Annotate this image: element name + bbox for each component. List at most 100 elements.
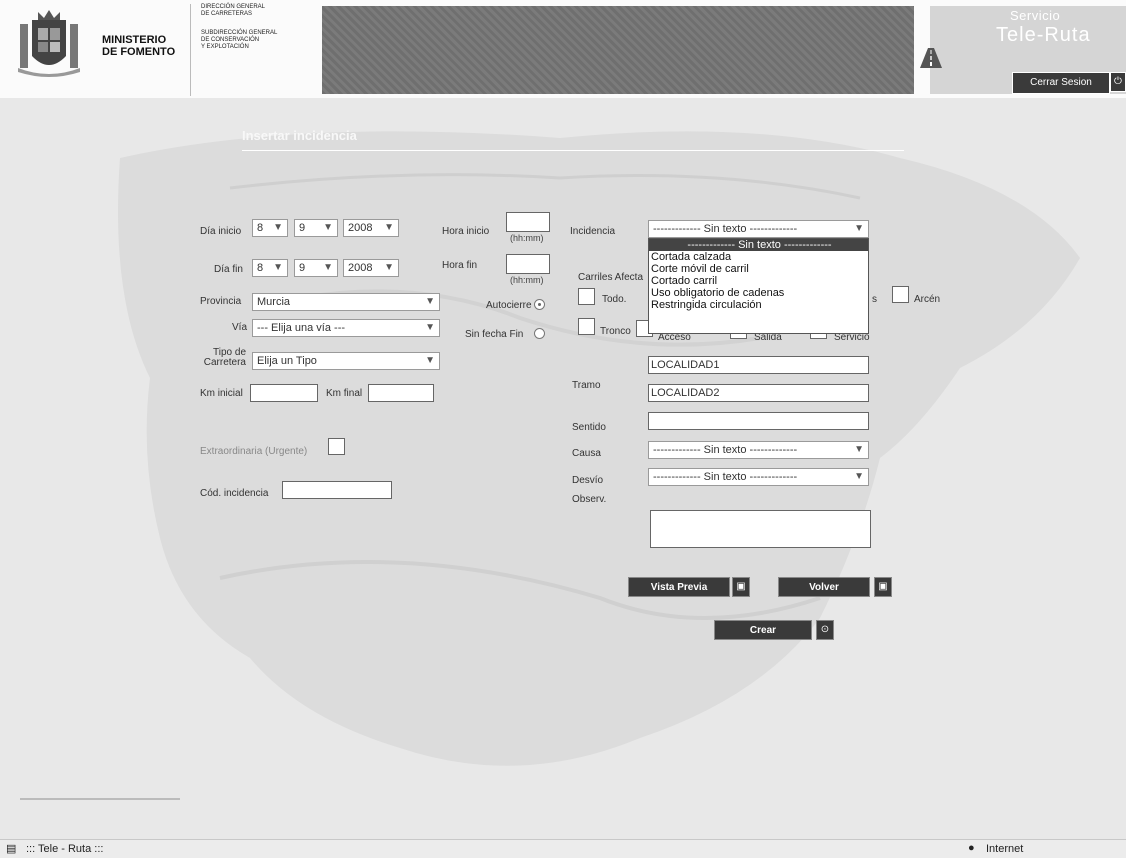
hora-fin-hint: (hh:mm)	[510, 275, 544, 285]
page-title: Insertar incidencia	[242, 128, 357, 143]
provincia-select[interactable]: Murcia ▼	[252, 293, 440, 311]
ministry-line-2: DE FOMENTO	[102, 46, 176, 58]
sentido-label: Sentido	[572, 422, 606, 433]
service-label: Servicio	[1010, 8, 1061, 23]
dia-inicio-month-value: 9	[299, 222, 306, 234]
tipo-carretera-label: Tipo de Carretera	[200, 348, 246, 368]
chevron-down-icon: ▼	[854, 444, 864, 455]
via-select[interactable]: --- Elija una vía --- ▼	[252, 319, 440, 337]
extraordinaria-label: Extraordinaria (Urgente)	[200, 446, 308, 457]
hora-inicio-label: Hora inicio	[442, 226, 490, 237]
dia-inicio-month-select[interactable]: 9 ▼	[294, 219, 338, 237]
incidencia-label: Incidencia	[570, 226, 616, 237]
incidencia-option[interactable]: ------------- Sin texto -------------	[649, 239, 868, 251]
dia-inicio-label: Día inicio	[200, 226, 242, 237]
tramo-destino-input[interactable]: LOCALIDAD2	[648, 384, 869, 402]
tipo-carretera-select[interactable]: Elija un Tipo ▼	[252, 352, 440, 370]
carril-arcen-checkbox[interactable]	[892, 286, 909, 303]
dia-fin-month-value: 9	[299, 262, 306, 274]
globe-icon: ●	[968, 842, 975, 854]
page-icon: ▤	[6, 843, 17, 855]
chevron-down-icon: ▼	[425, 296, 435, 307]
chevron-down-icon: ▼	[854, 471, 864, 482]
dg-line-1: DIRECCIÓN GENERAL	[201, 4, 266, 10]
observ-textarea[interactable]	[650, 510, 871, 548]
desvio-value: ------------- Sin texto -------------	[653, 471, 798, 483]
dg-line-2: DE CARRETERAS	[201, 11, 253, 17]
via-value: --- Elija una vía ---	[257, 322, 346, 334]
carril-tronco-checkbox[interactable]	[578, 318, 595, 335]
desvio-select[interactable]: ------------- Sin texto ------------- ▼	[648, 468, 869, 486]
hora-inicio-input[interactable]	[506, 212, 550, 232]
cod-incidencia-input[interactable]	[282, 481, 392, 499]
incidencia-options-list: ------------- Sin texto ------------- Co…	[648, 238, 869, 334]
extraordinaria-checkbox[interactable]	[328, 438, 345, 455]
dia-fin-month-select[interactable]: 9 ▼	[294, 259, 338, 277]
incidencia-option[interactable]: Uso obligatorio de cadenas	[649, 287, 868, 299]
dia-inicio-year-select[interactable]: 2008 ▼	[343, 219, 399, 237]
crear-button[interactable]: Crear	[714, 620, 812, 640]
chevron-down-icon: ▼	[384, 262, 394, 273]
sub-line-2: DE CONSERVACIÓN	[201, 37, 260, 43]
incidencia-option[interactable]: Restringida circulación	[649, 299, 868, 311]
hora-fin-input[interactable]	[506, 254, 550, 274]
carriles-label: Carriles Afecta	[578, 272, 644, 283]
causa-value: ------------- Sin texto -------------	[653, 444, 798, 456]
causa-select[interactable]: ------------- Sin texto ------------- ▼	[648, 441, 869, 459]
volver-button[interactable]: Volver	[778, 577, 870, 597]
via-label: Vía	[232, 322, 248, 333]
hora-fin-label: Hora fin	[442, 260, 478, 271]
provincia-label: Provincia	[200, 296, 242, 307]
chevron-down-icon: ▼	[425, 322, 435, 333]
incidencia-option[interactable]: Corte móvil de carril	[649, 263, 868, 275]
road-icon	[920, 48, 942, 68]
km-final-input[interactable]	[368, 384, 434, 402]
chevron-down-icon: ▼	[273, 262, 283, 273]
security-zone: Internet	[986, 843, 1024, 855]
dia-inicio-day-select[interactable]: 8 ▼	[252, 219, 288, 237]
incidencia-value: ------------- Sin texto -------------	[653, 223, 798, 235]
sentido-input[interactable]	[648, 412, 869, 430]
km-inicial-input[interactable]	[250, 384, 318, 402]
tipo-value: Elija un Tipo	[257, 355, 317, 367]
preview-icon[interactable]: ▣	[732, 577, 750, 597]
spain-map-background	[20, 131, 1080, 800]
provincia-value: Murcia	[257, 296, 291, 308]
carril-tronco-label: Tronco	[600, 326, 631, 337]
logout-button[interactable]: Cerrar Sesion	[1012, 72, 1110, 94]
causa-label: Causa	[572, 448, 601, 459]
main-content: Insertar incidencia Día inicio 8 ▼ 9 ▼ 200…	[0, 98, 1126, 839]
tramo-label: Tramo	[572, 380, 601, 391]
chevron-down-icon: ▼	[273, 222, 283, 233]
carril-todo-label: Todo.	[602, 294, 627, 305]
sin-fecha-fin-radio[interactable]	[534, 328, 545, 339]
power-icon[interactable]: ⏻	[1110, 72, 1126, 92]
autocierre-radio[interactable]	[534, 299, 545, 310]
km-inicial-label: Km inicial	[200, 388, 243, 399]
sin-fecha-fin-label: Sin fecha Fin	[465, 329, 524, 340]
chevron-down-icon: ▼	[323, 222, 333, 233]
dia-fin-day-select[interactable]: 8 ▼	[252, 259, 288, 277]
hora-inicio-hint: (hh:mm)	[510, 233, 544, 243]
tipo-label-line-2: Carretera	[203, 357, 246, 368]
directorate-block: DIRECCIÓN GENERAL DE CARRETERAS SUBDIREC…	[190, 4, 318, 96]
vista-previa-button[interactable]: Vista Previa	[628, 577, 730, 597]
incidencia-option[interactable]: Cortada calzada	[649, 251, 868, 263]
carril-todo-checkbox[interactable]	[578, 288, 595, 305]
tramo-origen-input[interactable]: LOCALIDAD1	[648, 356, 869, 374]
dia-fin-label: Día fin	[214, 264, 243, 275]
dia-fin-year-select[interactable]: 2008 ▼	[343, 259, 399, 277]
service-name: Tele-Ruta	[996, 24, 1091, 46]
create-icon[interactable]: ⊙	[816, 620, 834, 640]
back-icon[interactable]: ▣	[874, 577, 892, 597]
status-page-title: ::: Tele - Ruta :::	[26, 843, 104, 855]
dia-fin-year-value: 2008	[348, 262, 373, 274]
header: MINISTERIO DE FOMENTO DIRECCIÓN GENERAL …	[0, 0, 1126, 98]
incidencia-option[interactable]: Cortado carril	[649, 275, 868, 287]
autocierre-label: Autocierre	[486, 300, 532, 311]
header-banner	[322, 6, 914, 94]
dia-inicio-day-value: 8	[257, 222, 264, 234]
chevron-down-icon: ▼	[384, 222, 394, 233]
dia-inicio-year-value: 2008	[348, 222, 373, 234]
incidencia-select[interactable]: ------------- Sin texto ------------- ▼	[648, 220, 869, 238]
